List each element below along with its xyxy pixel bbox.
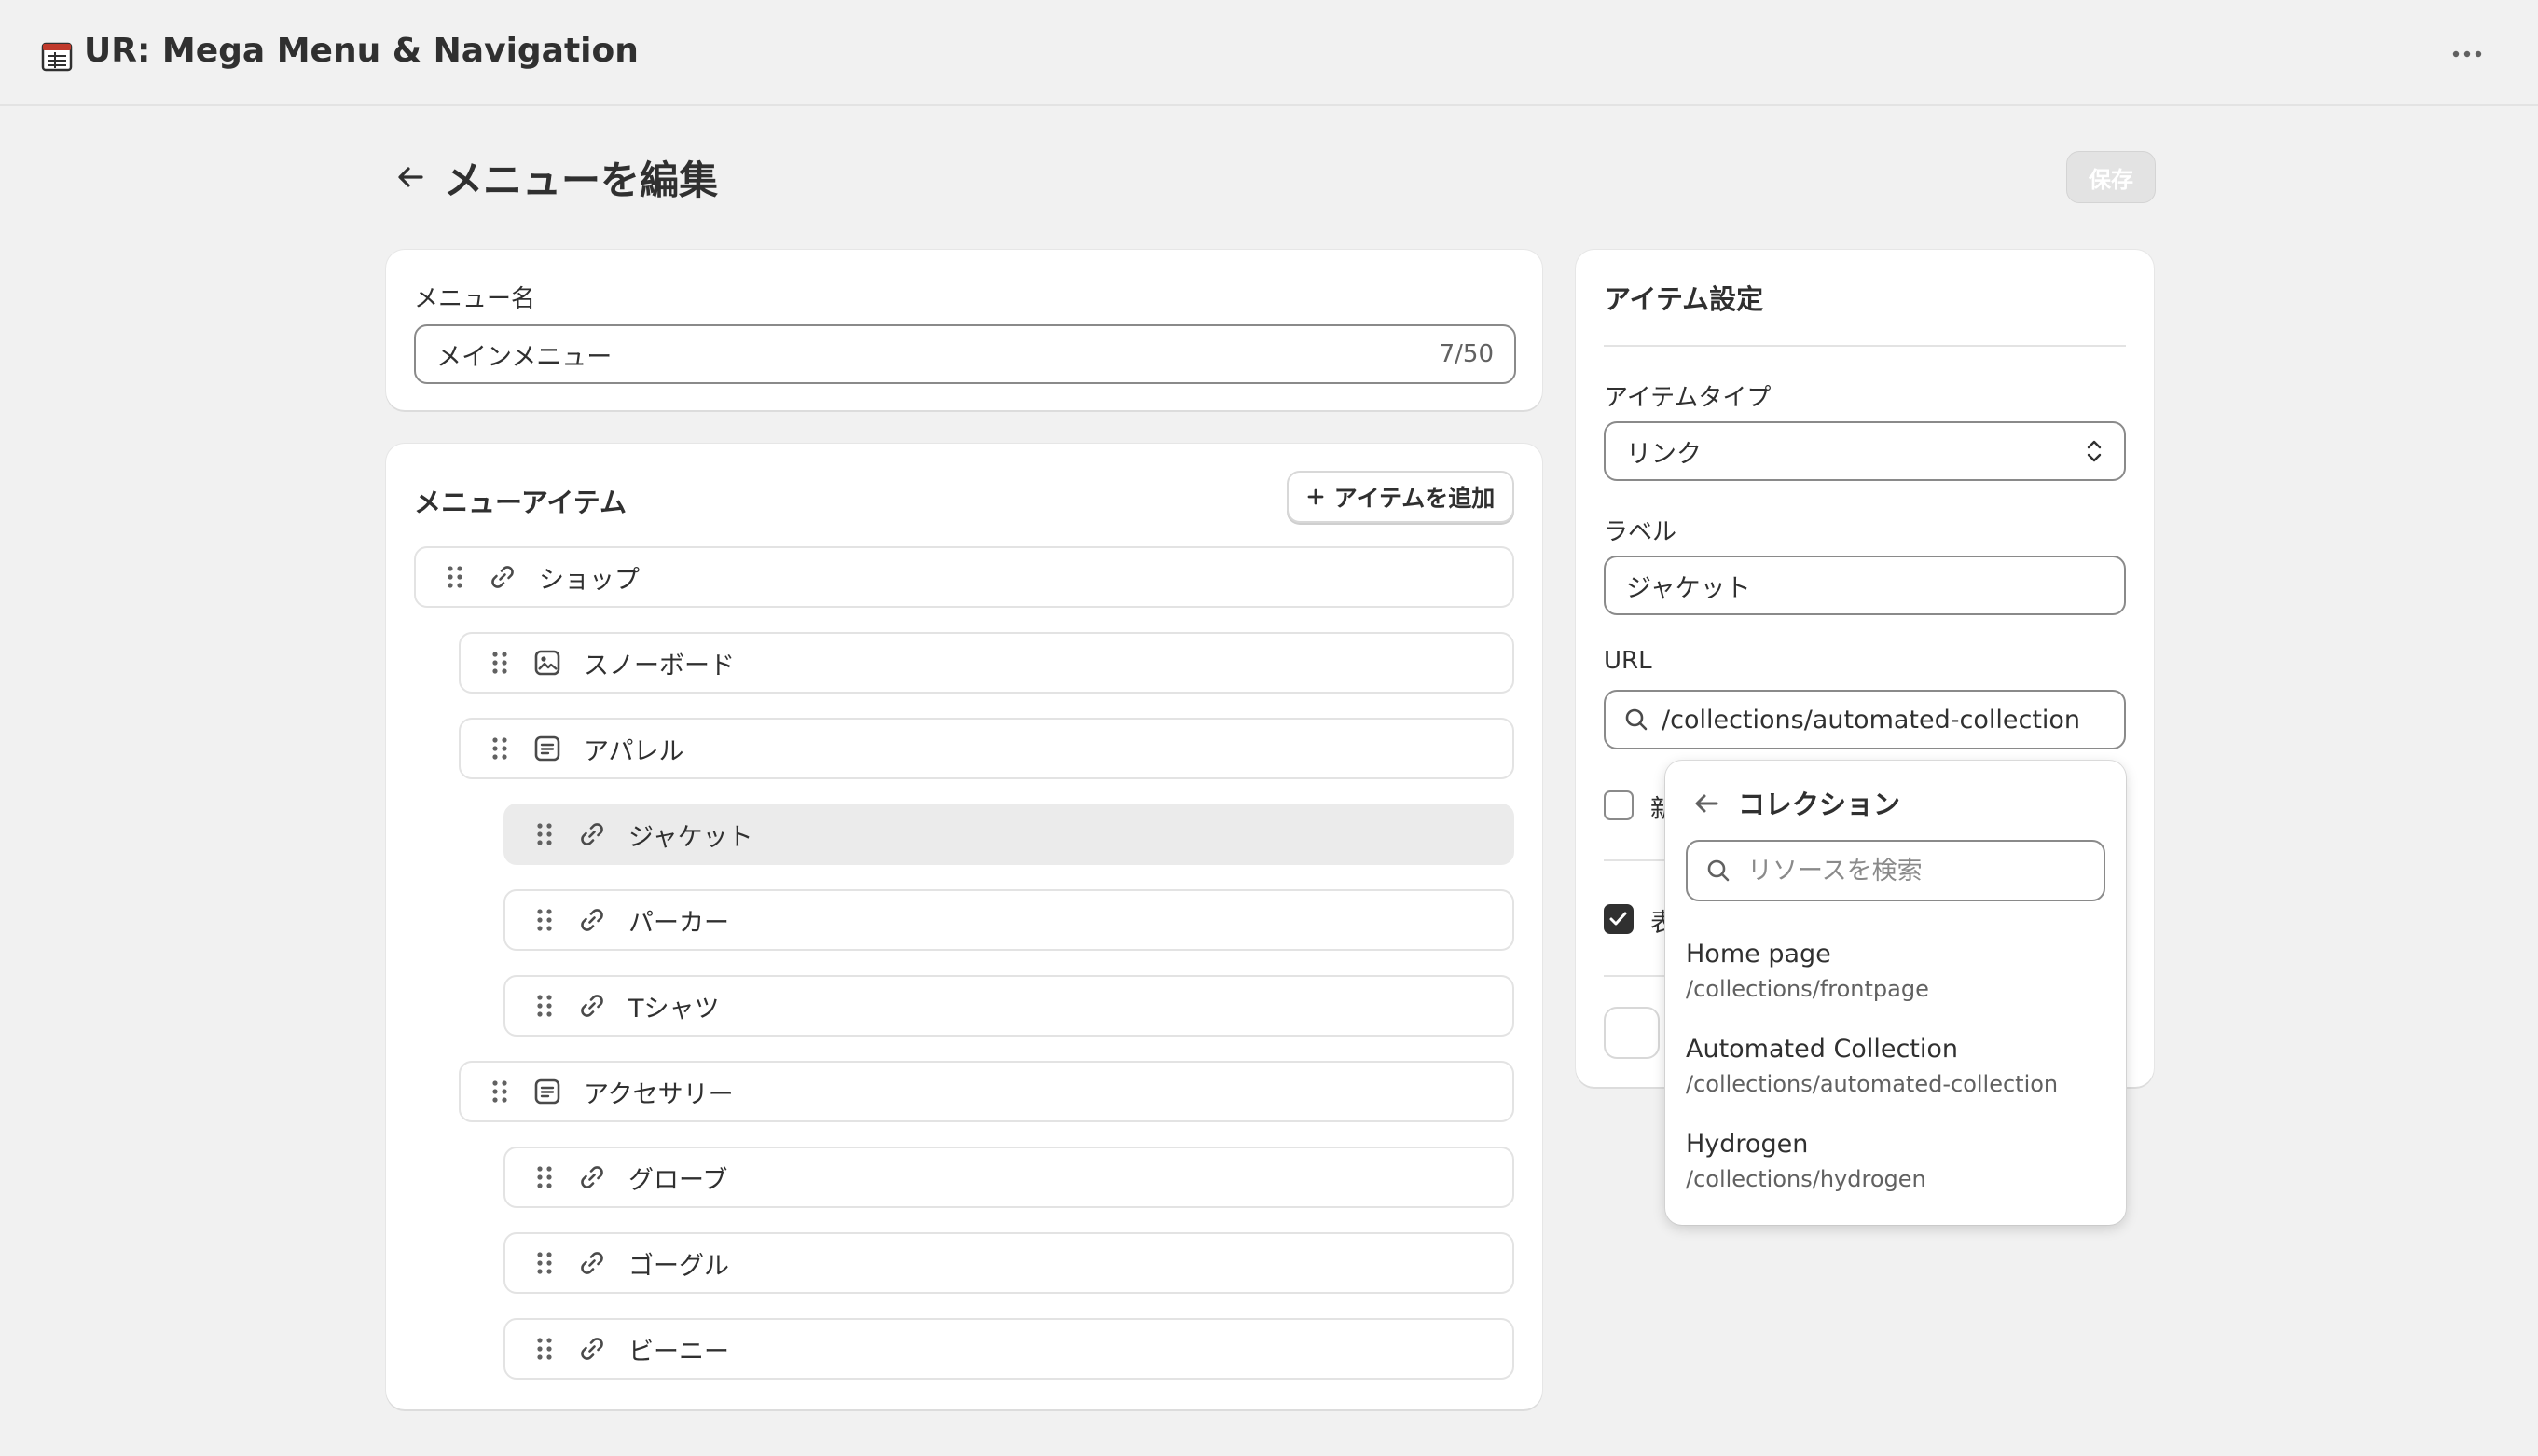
app-table-icon: [41, 42, 73, 72]
link-icon: [576, 904, 608, 936]
collection-option[interactable]: Hydrogen/collections/hydrogen: [1686, 1130, 2105, 1214]
menu-name-input[interactable]: メインメニュー 7/50: [414, 324, 1516, 384]
drag-handle-icon[interactable]: [533, 992, 556, 1020]
drag-handle-icon[interactable]: [533, 820, 556, 848]
checkmark-icon: [1609, 912, 1627, 926]
popover-title: コレクション: [1738, 789, 1901, 820]
url-input[interactable]: /collections/automated-collection: [1604, 690, 2126, 749]
collection-picker-popover: コレクション Home page/collections/frontpage Au…: [1665, 761, 2126, 1225]
open-new-tab-checkbox[interactable]: [1604, 790, 1634, 820]
item-settings-title: アイテム設定: [1604, 283, 1764, 315]
collection-name: Home page: [1686, 940, 1831, 968]
collection-path: /collections/automated-collection: [1686, 1071, 2059, 1097]
show-item-checkbox[interactable]: [1604, 904, 1634, 934]
character-counter: 7/50: [1439, 340, 1494, 368]
drag-handle-icon[interactable]: [489, 649, 511, 677]
menu-item-label: ショップ: [539, 565, 640, 595]
link-icon: [576, 1247, 608, 1279]
settings-divider: [1604, 345, 2126, 347]
menu-item-row[interactable]: スノーボード: [459, 632, 1514, 694]
menu-item-label: アクセサリー: [584, 1079, 734, 1109]
ellipsis-icon: [2452, 50, 2482, 58]
menu-item-label: グローブ: [628, 1165, 728, 1195]
link-icon: [576, 990, 608, 1022]
menu-items-title: メニューアイテム: [414, 487, 627, 518]
app-window: UR: Mega Menu & Navigation メニューを編集 保存 メニ…: [0, 0, 2538, 1456]
item-type-select[interactable]: リンク: [1604, 421, 2126, 481]
menu-item-label: アパレル: [584, 736, 684, 766]
collection-option[interactable]: Automated Collection/collections/automat…: [1686, 1035, 2105, 1119]
collection-path: /collections/hydrogen: [1686, 1166, 1926, 1192]
drag-handle-icon[interactable]: [489, 735, 511, 762]
drag-handle-icon[interactable]: [533, 1249, 556, 1277]
menu-item-label: ゴーグル: [628, 1251, 729, 1281]
drag-handle-icon[interactable]: [489, 1078, 511, 1106]
collection-path: /collections/frontpage: [1686, 976, 1929, 1002]
item-type-value: リンク: [1626, 439, 1702, 469]
link-icon: [487, 561, 518, 593]
menu-name-card: メニュー名 メインメニュー 7/50: [386, 250, 1542, 410]
item-type-label: アイテムタイプ: [1604, 384, 1772, 412]
url-value: /collections/automated-collection: [1662, 705, 2081, 735]
resource-search-field[interactable]: [1686, 840, 2105, 901]
menu-item-label: ジャケット: [628, 822, 753, 852]
drag-handle-icon[interactable]: [444, 563, 466, 591]
drag-handle-icon[interactable]: [533, 1335, 556, 1363]
app-title: UR: Mega Menu & Navigation: [84, 32, 639, 70]
more-actions-button[interactable]: [2447, 37, 2488, 71]
collection-icon: [531, 647, 563, 679]
menu-item-row[interactable]: ゴーグル: [503, 1232, 1514, 1294]
item-label-value: ジャケット: [1626, 573, 1751, 603]
search-icon: [1625, 708, 1648, 731]
list-icon: [531, 1076, 563, 1107]
app-topbar: UR: Mega Menu & Navigation: [0, 0, 2538, 106]
collection-option[interactable]: Home page/collections/frontpage: [1686, 940, 2105, 1023]
item-label-label: ラベル: [1604, 518, 1677, 546]
drag-handle-icon[interactable]: [533, 1163, 556, 1191]
menu-item-label: パーカー: [628, 908, 729, 938]
drag-handle-icon[interactable]: [533, 906, 556, 934]
menu-item-row[interactable]: ジャケット: [503, 804, 1514, 865]
menu-item-label: スノーボード: [584, 651, 735, 680]
menu-name-label: メニュー名: [414, 285, 536, 313]
menu-item-row[interactable]: パーカー: [503, 889, 1514, 951]
url-label: URL: [1604, 647, 1652, 675]
menu-item-row[interactable]: ビーニー: [503, 1318, 1514, 1380]
menu-item-row[interactable]: Tシャツ: [503, 975, 1514, 1037]
link-icon: [576, 1161, 608, 1193]
back-arrow-icon[interactable]: [1688, 785, 1725, 822]
list-icon: [531, 733, 563, 764]
add-item-button[interactable]: アイテムを追加: [1287, 471, 1514, 523]
link-icon: [576, 1333, 608, 1365]
resource-search-input[interactable]: [1745, 855, 2085, 886]
search-icon: [1707, 859, 1730, 882]
menu-item-row[interactable]: アクセサリー: [459, 1061, 1514, 1122]
item-label-input[interactable]: ジャケット: [1604, 556, 2126, 615]
back-arrow-icon[interactable]: [390, 157, 431, 198]
menu-item-row[interactable]: アパレル: [459, 718, 1514, 779]
page-title: メニューを編集: [444, 158, 719, 203]
collection-name: Automated Collection: [1686, 1035, 1959, 1064]
collection-name: Hydrogen: [1686, 1130, 1809, 1159]
select-chevron-icon: [2087, 440, 2102, 462]
menu-name-value: メインメニュー: [436, 342, 613, 372]
menu-item-label: ビーニー: [628, 1337, 729, 1367]
add-item-label: アイテムを追加: [1333, 485, 1496, 512]
settings-action-button[interactable]: [1604, 1007, 1660, 1059]
link-icon: [576, 818, 608, 850]
plus-icon: [1307, 488, 1324, 505]
save-button[interactable]: 保存: [2066, 151, 2156, 203]
menu-item-row[interactable]: グローブ: [503, 1147, 1514, 1208]
menu-item-row[interactable]: ショップ: [414, 546, 1514, 608]
menu-item-label: Tシャツ: [628, 994, 720, 1023]
